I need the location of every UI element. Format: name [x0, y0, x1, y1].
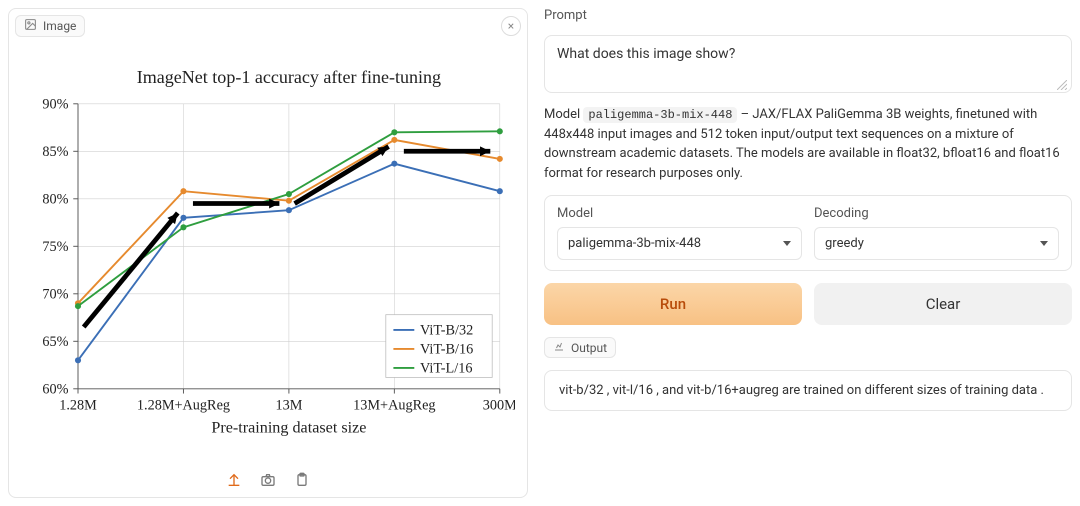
output-badge-label: Output — [571, 341, 607, 355]
prompt-label: Prompt — [544, 8, 1072, 23]
image-badge: Image — [15, 15, 85, 37]
svg-text:90%: 90% — [42, 97, 68, 113]
chevron-down-icon — [783, 241, 791, 246]
image-card: Image × ImageNet top-1 accuracy after fi… — [8, 8, 528, 498]
chevron-down-icon — [1040, 241, 1048, 246]
model-description: Model paligemma-3b-mix-448 – JAX/FLAX Pa… — [544, 105, 1072, 183]
svg-text:ViT-B/32: ViT-B/32 — [420, 323, 473, 339]
config-row: Model paligemma-3b-mix-448 Decoding gree… — [544, 195, 1072, 271]
output-icon — [553, 340, 565, 355]
svg-text:300M: 300M — [483, 398, 515, 414]
image-badge-label: Image — [43, 19, 76, 33]
clear-button[interactable]: Clear — [814, 283, 1072, 325]
prompt-input[interactable] — [557, 46, 1059, 78]
prompt-box — [544, 35, 1072, 93]
desc-code: paligemma-3b-mix-448 — [583, 107, 737, 123]
svg-text:1.28M: 1.28M — [59, 398, 97, 414]
svg-text:ImageNet top-1 accuracy after: ImageNet top-1 accuracy after fine-tunin… — [137, 67, 441, 87]
svg-text:Pre-training dataset size: Pre-training dataset size — [211, 420, 366, 437]
svg-text:1.28M+AugReg: 1.28M+AugReg — [137, 398, 230, 414]
svg-text:65%: 65% — [42, 334, 68, 350]
svg-text:13M: 13M — [275, 398, 302, 414]
decoding-select-label: Decoding — [814, 206, 1059, 221]
close-icon[interactable]: × — [501, 16, 521, 36]
svg-text:13M+AugReg: 13M+AugReg — [353, 398, 435, 414]
svg-text:75%: 75% — [42, 239, 68, 255]
output-badge: Output — [544, 337, 616, 358]
clipboard-icon[interactable] — [293, 471, 311, 489]
svg-text:80%: 80% — [42, 192, 68, 208]
model-select-value: paligemma-3b-mix-448 — [568, 236, 701, 251]
undo-icon[interactable] — [225, 471, 243, 489]
decoding-select[interactable]: greedy — [814, 227, 1059, 260]
image-icon — [24, 18, 37, 34]
model-select[interactable]: paligemma-3b-mix-448 — [557, 227, 802, 260]
svg-text:70%: 70% — [42, 287, 68, 303]
model-select-label: Model — [557, 206, 802, 221]
decoding-select-value: greedy — [825, 236, 864, 251]
camera-icon[interactable] — [259, 471, 277, 489]
output-text: vit-b/32 , vit-l/16 , and vit-b/16+augre… — [544, 370, 1072, 411]
svg-text:ViT-L/16: ViT-L/16 — [420, 361, 472, 377]
resize-handle-icon[interactable] — [1057, 78, 1067, 88]
svg-text:ViT-B/16: ViT-B/16 — [420, 342, 473, 358]
svg-text:85%: 85% — [42, 144, 68, 160]
chart: ImageNet top-1 accuracy after fine-tunin… — [15, 43, 521, 463]
desc-prefix: Model — [544, 107, 583, 122]
svg-text:60%: 60% — [42, 382, 68, 398]
image-toolbar — [15, 463, 521, 491]
run-button[interactable]: Run — [544, 283, 802, 325]
